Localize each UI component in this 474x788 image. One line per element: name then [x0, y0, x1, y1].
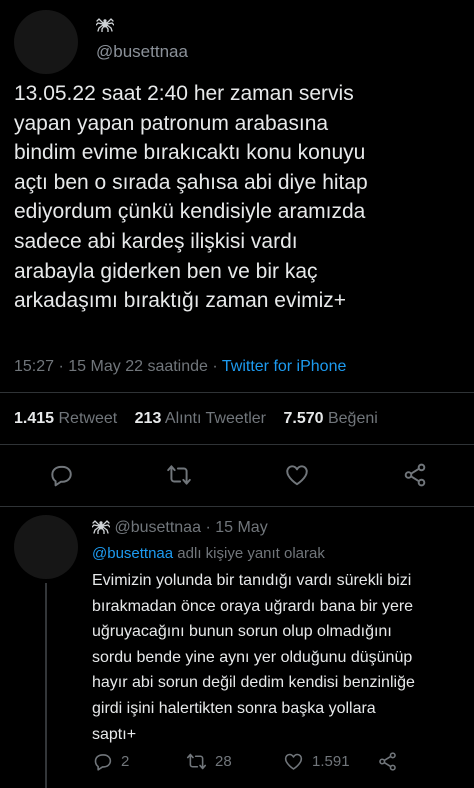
like-icon — [284, 753, 303, 770]
quotes-stat[interactable]: 213 Alıntı Tweetler — [135, 410, 266, 427]
reply-icon — [94, 753, 112, 771]
reply-like-button[interactable]: 1.591 — [283, 749, 350, 773]
tweet-date[interactable]: 15 May 22 saatinde — [68, 358, 208, 375]
author-name[interactable] — [96, 15, 114, 33]
share-icon[interactable] — [402, 462, 428, 488]
tweet-text: 13.05.22 saat 2:40 her zaman servis yapa… — [14, 82, 368, 313]
meta-separator: · — [58, 358, 64, 375]
retweet-icon[interactable] — [166, 462, 192, 488]
divider — [0, 392, 474, 393]
reply-count: 2 — [121, 752, 130, 770]
spider-icon — [96, 18, 114, 32]
retweets-stat[interactable]: 1.415 Retweet — [14, 410, 117, 427]
reply-date[interactable]: 15 May — [215, 519, 267, 536]
replying-to-mention[interactable]: @busettnaa — [92, 545, 173, 562]
reply-retweet-button[interactable]: 28 — [186, 749, 232, 773]
reply-tweet[interactable]: @busettnaa · 15 May @busettnaa adlı kişi… — [0, 507, 474, 788]
reply-header: @busettnaa · 15 May — [92, 518, 268, 538]
author-avatar[interactable] — [14, 10, 78, 74]
tweet-time[interactable]: 15:27 — [14, 358, 54, 375]
tweet-actions — [0, 462, 474, 492]
spider-icon — [92, 520, 110, 534]
share-icon — [379, 751, 396, 771]
reply-actions: 2 28 1.591 — [0, 749, 474, 773]
tweet-meta: 15:27 · 15 May 22 saatinde · Twitter for… — [14, 357, 474, 377]
reply-text: Evimizin yolunda bir tanıdığı vardı süre… — [92, 572, 415, 743]
reply-reply-button[interactable]: 2 — [92, 749, 129, 773]
meta-separator: · — [212, 358, 218, 375]
reply-handle[interactable]: @busettnaa — [114, 519, 201, 536]
author-handle[interactable]: @busettnaa — [96, 42, 188, 62]
replying-to-label: adlı kişiye yanıt olarak — [177, 545, 325, 562]
retweet-count: 28 — [215, 752, 232, 770]
reply-separator: · — [205, 519, 211, 536]
tweet-source[interactable]: Twitter for iPhone — [222, 358, 347, 375]
likes-stat[interactable]: 7.570 Beğeni — [283, 410, 377, 427]
replying-to: @busettnaa adlı kişiye yanıt olarak — [92, 544, 325, 564]
reply-icon[interactable] — [48, 462, 74, 488]
like-icon[interactable] — [284, 462, 310, 488]
reply-share-button[interactable] — [377, 749, 398, 773]
tweet-stats: 1.415 Retweet 213 Alıntı Tweetler 7.570 … — [14, 409, 474, 429]
like-count: 1.591 — [312, 752, 350, 770]
retweet-icon — [186, 753, 207, 769]
reply-avatar[interactable] — [14, 515, 78, 579]
divider — [0, 444, 474, 445]
